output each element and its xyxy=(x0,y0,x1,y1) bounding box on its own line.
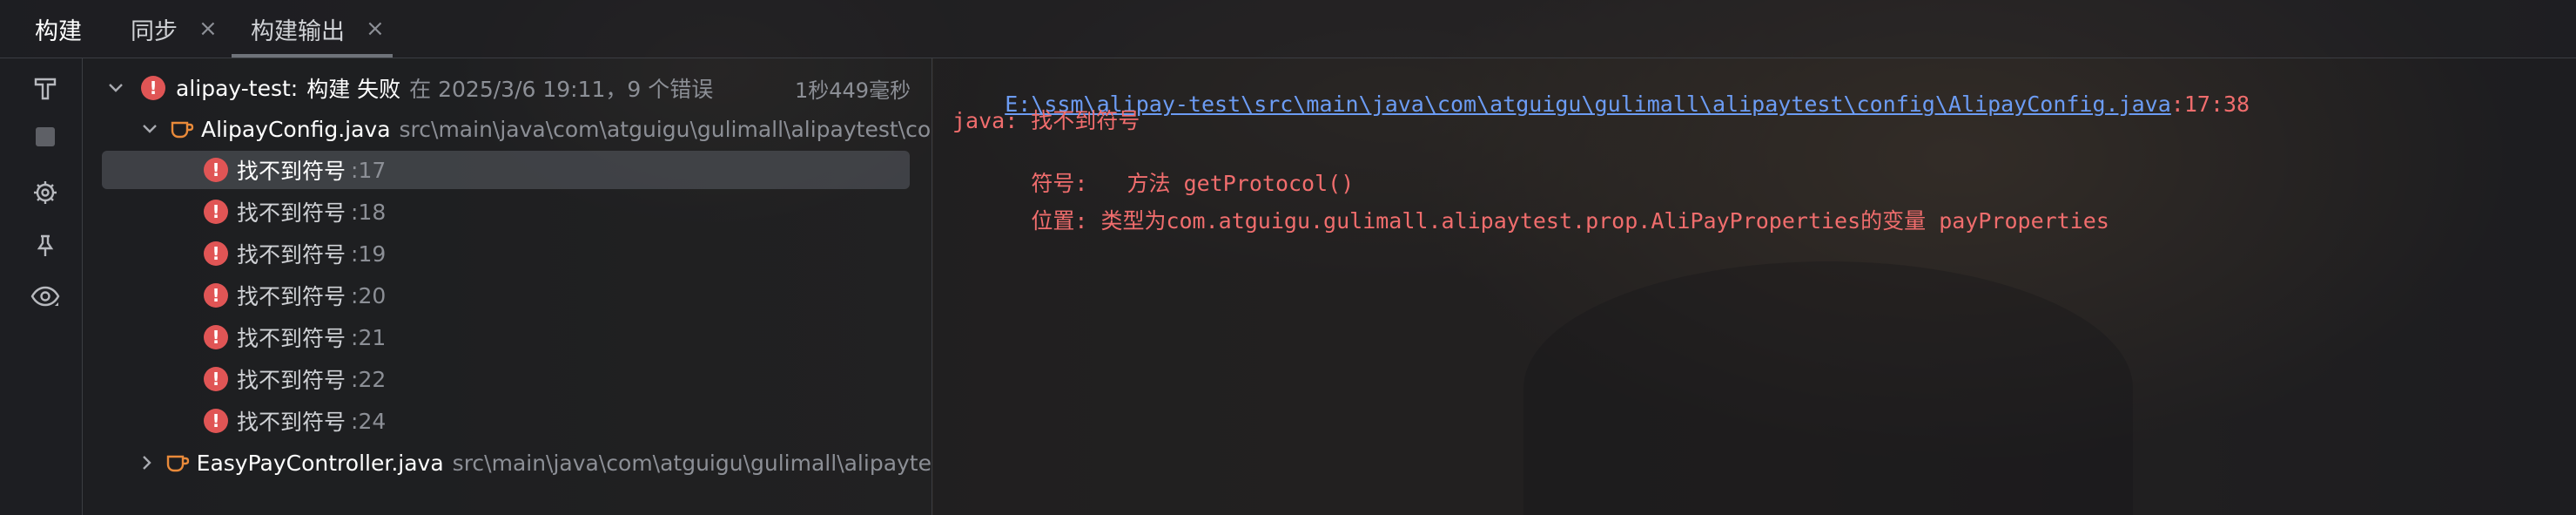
tree-file-row[interactable]: AlipayConfig.java src\main\java\com\atgu… xyxy=(83,110,932,148)
build-status: 构建 失败 xyxy=(306,77,401,102)
tab-sync[interactable]: 同步 × xyxy=(131,0,218,58)
location-label: 位置: xyxy=(1005,208,1101,234)
active-tab-indicator xyxy=(232,54,393,58)
error-message: 找不到符号 xyxy=(237,284,346,309)
error-icon: ! xyxy=(204,283,228,308)
location-value: 类型为com.atguigu.gulimall.alipaytest.prop.… xyxy=(1100,208,2109,234)
tab-build-output[interactable]: 构建输出 × xyxy=(251,0,385,58)
file-name: AlipayConfig.java xyxy=(201,116,391,142)
error-icon: ! xyxy=(204,241,228,266)
build-duration: 1秒449毫秒 xyxy=(795,78,911,103)
error-row[interactable]: ! 找不到符号 :24 xyxy=(83,402,932,440)
file-path: src\main\java\com\atguigu\gulimall\alipa… xyxy=(452,450,932,476)
tab-label: 构建输出 xyxy=(251,17,345,45)
error-message: 找不到符号 xyxy=(237,326,346,351)
error-row[interactable]: ! 找不到符号 :20 xyxy=(83,276,932,315)
error-row[interactable]: ! 找不到符号 :21 xyxy=(83,318,932,356)
stop-icon[interactable] xyxy=(30,121,61,152)
chevron-down-icon[interactable] xyxy=(106,78,125,98)
error-row[interactable]: ! 找不到符号 :19 xyxy=(83,234,932,273)
tab-build[interactable]: 构建 xyxy=(35,0,82,58)
build-detail: 在 2025/3/6 19:11，9 个错误 xyxy=(409,77,714,102)
close-icon[interactable]: × xyxy=(198,16,218,42)
tree-root-row[interactable]: ! alipay-test: 构建 失败 在 2025/3/6 19:11，9 … xyxy=(83,69,932,107)
error-icon: ! xyxy=(204,325,228,349)
error-message: 找不到符号 xyxy=(237,368,346,393)
error-icon: ! xyxy=(204,367,228,391)
error-line: :18 xyxy=(351,199,387,225)
java-file-icon xyxy=(165,450,190,476)
build-toolbar xyxy=(0,58,83,515)
chevron-down-icon[interactable] xyxy=(142,119,158,139)
error-message: 找不到符号 xyxy=(237,242,346,268)
error-icon: ! xyxy=(204,409,228,433)
tree-file-row[interactable]: EasyPayController.java src\main\java\com… xyxy=(83,444,932,482)
chevron-right-icon[interactable] xyxy=(142,453,153,472)
console-line-location: 位置: 类型为com.atguigu.gulimall.alipaytest.p… xyxy=(952,179,2109,261)
error-line: :20 xyxy=(351,282,387,308)
error-line: :22 xyxy=(351,366,387,392)
build-output-console[interactable]: E:\ssm\alipay-test\src\main\java\com\atg… xyxy=(933,58,2576,515)
error-icon: ! xyxy=(204,158,228,182)
error-row[interactable]: ! 找不到符号 :18 xyxy=(83,193,932,231)
settings-gear-icon[interactable] xyxy=(30,177,61,208)
pin-icon[interactable] xyxy=(30,230,61,261)
error-line: :24 xyxy=(351,408,387,434)
file-link[interactable]: E:\ssm\alipay-test\src\main\java\com\atg… xyxy=(1005,91,2171,117)
error-line: :17 xyxy=(351,157,387,183)
error-row[interactable]: ! 找不到符号 :22 xyxy=(83,360,932,398)
error-row[interactable]: ! 找不到符号 :17 xyxy=(83,151,932,189)
error-line: :21 xyxy=(351,324,387,350)
error-icon: ! xyxy=(204,200,228,224)
tab-label: 构建 xyxy=(35,17,82,45)
tab-label: 同步 xyxy=(131,17,178,45)
error-message: 找不到符号 xyxy=(237,410,346,435)
error-message: 找不到符号 xyxy=(237,159,346,184)
console-line-file: E:\ssm\alipay-test\src\main\java\com\atg… xyxy=(952,66,2250,142)
file-path: src\main\java\com\atguigu\gulimall\alipa… xyxy=(399,116,932,142)
error-icon: ! xyxy=(141,76,165,100)
build-tree: ! alipay-test: 构建 失败 在 2025/3/6 19:11，9 … xyxy=(83,58,932,515)
file-name: EasyPayController.java xyxy=(196,450,444,476)
java-file-icon xyxy=(170,116,194,142)
eye-icon[interactable] xyxy=(30,281,61,312)
project-name: alipay-test: xyxy=(176,75,299,101)
console-line-error: java: 找不到符号 xyxy=(952,108,1140,133)
file-position: :17:38 xyxy=(2170,91,2250,117)
error-line: :19 xyxy=(351,241,387,267)
error-message: 找不到符号 xyxy=(237,200,346,226)
close-icon[interactable]: × xyxy=(366,16,385,42)
tool-window-tab-bar: 构建 同步 × 构建输出 × xyxy=(0,0,2576,58)
build-hammer-icon[interactable] xyxy=(30,73,61,105)
